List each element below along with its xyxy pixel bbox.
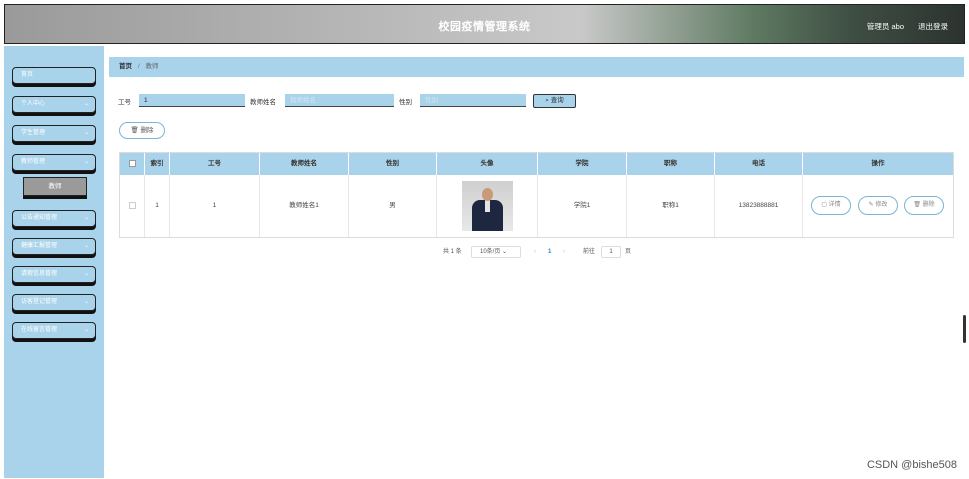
page-number-current[interactable]: 1 bbox=[548, 246, 551, 258]
column-header: 性别 bbox=[349, 153, 437, 175]
sidebar: 首页 个人中心 ⌄ 学生管理 ⌄ 教师管理 ⌄ 教师 公告通知管理 ⌄ 健康汇报… bbox=[4, 46, 104, 478]
page-size-select[interactable]: 10条/页 ⌄ bbox=[471, 246, 521, 258]
sidebar-item-health-reports[interactable]: 健康汇报管理 ⌄ bbox=[12, 238, 96, 255]
breadcrumb-home[interactable]: 首页 bbox=[119, 63, 132, 70]
watermark: CSDN @bishe508 bbox=[866, 459, 957, 471]
sidebar-item-label: 公告通知管理 bbox=[21, 215, 58, 221]
sidebar-item-label: 个人中心 bbox=[21, 101, 46, 107]
sidebar-item-label: 教师管理 bbox=[21, 159, 46, 165]
page-suffix: 页 bbox=[625, 249, 632, 255]
name-input[interactable] bbox=[285, 94, 394, 107]
app-title: 校园疫情管理系统 bbox=[438, 21, 531, 33]
chevron-down-icon: ⌄ bbox=[83, 101, 89, 107]
row-select-cell bbox=[120, 175, 145, 237]
prev-page-button[interactable]: ‹ bbox=[534, 246, 536, 258]
select-all-checkbox[interactable] bbox=[128, 159, 136, 167]
chevron-down-icon: ⌄ bbox=[83, 159, 89, 165]
chevron-down-icon: ⌄ bbox=[83, 271, 89, 277]
table-row: 1 1 教师姓名1 男 学院1 职称1 13823888881 ▢ 详情 ✎ 修… bbox=[120, 175, 953, 237]
sidebar-item-home[interactable]: 首页 bbox=[12, 67, 96, 84]
sidebar-item-label: 请假信息管理 bbox=[21, 271, 58, 277]
cell-title: 职称1 bbox=[627, 175, 715, 237]
sidebar-item-personal-center[interactable]: 个人中心 ⌄ bbox=[12, 96, 96, 113]
sidebar-item-leave-requests[interactable]: 请假信息管理 ⌄ bbox=[12, 266, 96, 283]
cell-college: 学院1 bbox=[538, 175, 627, 237]
chevron-down-icon: ⌄ bbox=[83, 327, 89, 333]
select-all-cell bbox=[120, 153, 145, 175]
sidebar-subitem-teacher[interactable]: 教师 bbox=[23, 177, 87, 196]
cell-actions: ▢ 详情 ✎ 修改 🗑 删除 bbox=[803, 175, 953, 237]
chevron-down-icon: ⌄ bbox=[83, 243, 89, 249]
column-header: 教师姓名 bbox=[260, 153, 349, 175]
batch-delete-button[interactable]: 🗑 删除 bbox=[119, 122, 165, 139]
avatar-head-shape bbox=[482, 188, 493, 201]
row-delete-button[interactable]: 🗑 删除 bbox=[904, 196, 944, 215]
sidebar-item-messages[interactable]: 在线留言管理 ⌄ bbox=[12, 322, 96, 339]
breadcrumb: 首页 / 教师 bbox=[109, 57, 964, 77]
cell-avatar bbox=[437, 175, 538, 237]
edit-button[interactable]: ✎ 修改 bbox=[858, 196, 898, 215]
id-input[interactable] bbox=[139, 94, 245, 107]
sidebar-item-announcements[interactable]: 公告通知管理 ⌄ bbox=[12, 210, 96, 227]
table-header: 索引 工号 教师姓名 性别 头像 学院 职称 电话 操作 bbox=[120, 153, 953, 175]
chevron-down-icon: ⌄ bbox=[83, 215, 89, 221]
row-checkbox[interactable] bbox=[128, 201, 136, 209]
search-button[interactable]: ⌕ 查询 bbox=[533, 94, 576, 108]
avatar bbox=[462, 181, 513, 231]
sidebar-item-label: 在线留言管理 bbox=[21, 327, 58, 333]
vertical-scrollbar[interactable] bbox=[963, 315, 966, 343]
detail-button[interactable]: ▢ 详情 bbox=[811, 196, 851, 215]
chevron-down-icon: ⌄ bbox=[83, 299, 89, 305]
id-label: 工号 bbox=[118, 99, 131, 106]
next-page-button[interactable]: › bbox=[563, 246, 565, 258]
logout-link[interactable]: 退出登录 bbox=[918, 21, 948, 32]
sidebar-item-teachers[interactable]: 教师管理 ⌄ bbox=[12, 154, 96, 171]
sidebar-item-students[interactable]: 学生管理 ⌄ bbox=[12, 125, 96, 142]
cell-name: 教师姓名1 bbox=[260, 175, 349, 237]
breadcrumb-current: 教师 bbox=[145, 63, 159, 70]
column-header: 电话 bbox=[715, 153, 803, 175]
cell-gender: 男 bbox=[349, 175, 437, 237]
admin-user-label: 管理员 abo bbox=[866, 22, 904, 31]
sidebar-item-label: 首页 bbox=[21, 72, 34, 78]
sidebar-subitem-label: 教师 bbox=[48, 183, 62, 190]
avatar-shirt-shape bbox=[485, 200, 490, 212]
column-header: 头像 bbox=[437, 153, 538, 175]
sidebar-item-label: 访客登记管理 bbox=[21, 299, 58, 305]
goto-label: 前往 bbox=[583, 249, 596, 255]
teacher-table: 索引 工号 教师姓名 性别 头像 学院 职称 电话 操作 1 1 教师姓名1 男… bbox=[119, 152, 954, 238]
breadcrumb-separator: / bbox=[137, 63, 140, 70]
goto-page-input[interactable]: 1 bbox=[601, 246, 621, 258]
cell-id: 1 bbox=[170, 175, 260, 237]
sidebar-item-label: 健康汇报管理 bbox=[21, 243, 58, 249]
cell-index: 1 bbox=[145, 175, 170, 237]
sidebar-item-label: 学生管理 bbox=[21, 130, 46, 136]
pagination-total: 共 1 条 bbox=[443, 249, 462, 255]
chevron-down-icon: ⌄ bbox=[83, 130, 89, 136]
cell-phone: 13823888881 bbox=[715, 175, 803, 237]
column-header: 职称 bbox=[627, 153, 715, 175]
gender-label: 性别 bbox=[399, 99, 412, 106]
gender-input[interactable] bbox=[420, 94, 526, 107]
column-header: 学院 bbox=[538, 153, 627, 175]
column-header: 索引 bbox=[145, 153, 170, 175]
column-header: 操作 bbox=[871, 160, 885, 167]
top-header: 校园疫情管理系统 管理员 abo 退出登录 bbox=[4, 4, 965, 44]
sidebar-item-visitors[interactable]: 访客登记管理 ⌄ bbox=[12, 294, 96, 311]
search-form: 工号 教师姓名 性别 ⌕ 查询 bbox=[118, 94, 718, 108]
column-header: 工号 bbox=[170, 153, 260, 175]
name-label: 教师姓名 bbox=[250, 99, 276, 106]
